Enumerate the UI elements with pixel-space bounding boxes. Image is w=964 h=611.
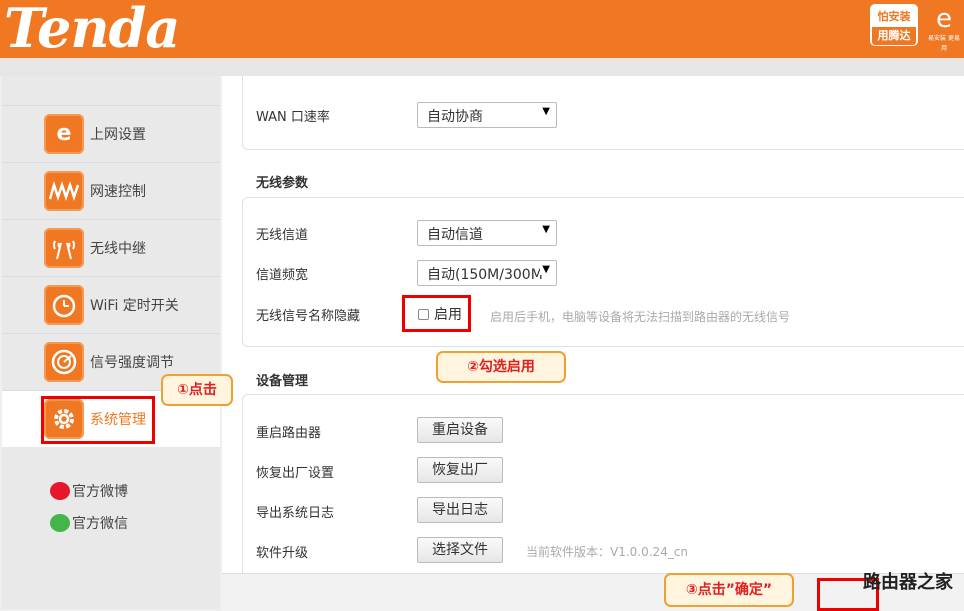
channel-label: 无线信道 [256,228,309,243]
firmware-version: 当前软件版本：V1.0.0.24_cn [526,545,689,559]
tenda-logo: Tenda [4,0,180,60]
wifi-timer-icon [44,284,84,325]
dropdown-arrow-icon: ▼ [540,264,550,275]
easy-logo-mark: e [936,4,952,34]
highlight-system-manage [41,396,155,444]
dropdown-arrow-icon: ▼ [542,224,550,235]
hide-ssid-hint: 启用后手机，电脑等设备将无法扫描到路由器的无线信号 [490,310,791,324]
official-wechat-link[interactable]: 官方微信 [50,513,128,533]
wan-panel [242,76,964,150]
wan-speed-select[interactable]: 自动协商 ▼ [417,102,557,128]
device-section-title: 设备管理 [256,374,309,389]
wan-speed-value: 自动协商 [427,109,483,125]
top-header: Tenda 怕安装 用腾达 e 易安装 更易用 [0,0,964,60]
bandwidth-value: 自动(150M/300M [427,267,543,283]
wan-speed-label: WAN 口速率 [256,110,330,125]
export-log-label: 导出系统日志 [256,506,335,521]
channel-value: 自动信道 [427,227,483,243]
factory-reset-label: 恢复出厂设置 [256,466,335,481]
badge-line1: 怕安装 [877,10,911,23]
sidebar-item-wifi-timer[interactable]: WiFi 定时开关 [2,276,220,332]
sidebar-item-label: 信号强度调节 [90,354,174,371]
bandwidth-label: 信道频宽 [256,268,309,283]
upgrade-label: 软件升级 [256,546,309,561]
signal-strength-icon [44,341,84,382]
wireless-section-title: 无线参数 [256,176,309,191]
choose-file-button[interactable]: 选择文件 [417,537,503,563]
easy-install-badge: 怕安装 用腾达 [870,4,918,46]
sidebar-item-speed[interactable]: 网速控制 [2,162,220,218]
reboot-label: 重启路由器 [256,426,322,441]
sidebar-item-repeater[interactable]: 无线中继 [2,219,220,275]
watermark-text: 路由器之家 [863,572,953,593]
hide-ssid-label: 无线信号名称隐藏 [256,309,361,324]
header-band [0,58,964,76]
export-log-button[interactable]: 导出日志 [417,497,503,523]
sidebar-item-label: WiFi 定时开关 [90,297,179,314]
sidebar-item-label: 网速控制 [90,183,146,200]
highlight-enable-checkbox [402,295,471,332]
weibo-label: 官方微博 [72,484,128,500]
wireless-repeater-icon [44,227,84,268]
weibo-icon [50,482,70,500]
callout-step3: ③点击”确定” [664,573,794,607]
sidebar: e 上网设置 网速控制 无线中继 WiFi 定时开关 信号强度调节 系统管理 官… [2,76,220,609]
official-weibo-link[interactable]: 官方微博 [50,481,128,501]
channel-select[interactable]: 自动信道 ▼ [417,220,557,246]
wechat-icon [50,514,70,532]
easy-logo-text: 易安装 更易用 [928,35,960,52]
wechat-label: 官方微信 [72,516,128,532]
dropdown-arrow-icon: ▼ [542,106,550,117]
main-content: WAN 口速率 自动协商 ▼ 无线参数 无线信道 自动信道 ▼ 信道频宽 自动(15… [222,76,964,611]
sidebar-item-label: 上网设置 [90,126,146,143]
bandwidth-select[interactable]: 自动(150M/300M ▼ [417,260,557,286]
speed-icon [44,170,84,211]
callout-step1: ①点击 [161,374,233,406]
reboot-button[interactable]: 重启设备 [417,417,503,443]
easy-logo-icon: e 易安装 更易用 [926,4,962,52]
factory-reset-button[interactable]: 恢复出厂 [417,457,503,483]
sidebar-item-internet[interactable]: e 上网设置 [2,105,220,161]
internet-icon: e [44,113,84,154]
sidebar-item-label: 无线中继 [90,240,146,257]
badge-line2: 用腾达 [872,27,916,45]
callout-step2: ②勾选启用 [436,351,566,383]
